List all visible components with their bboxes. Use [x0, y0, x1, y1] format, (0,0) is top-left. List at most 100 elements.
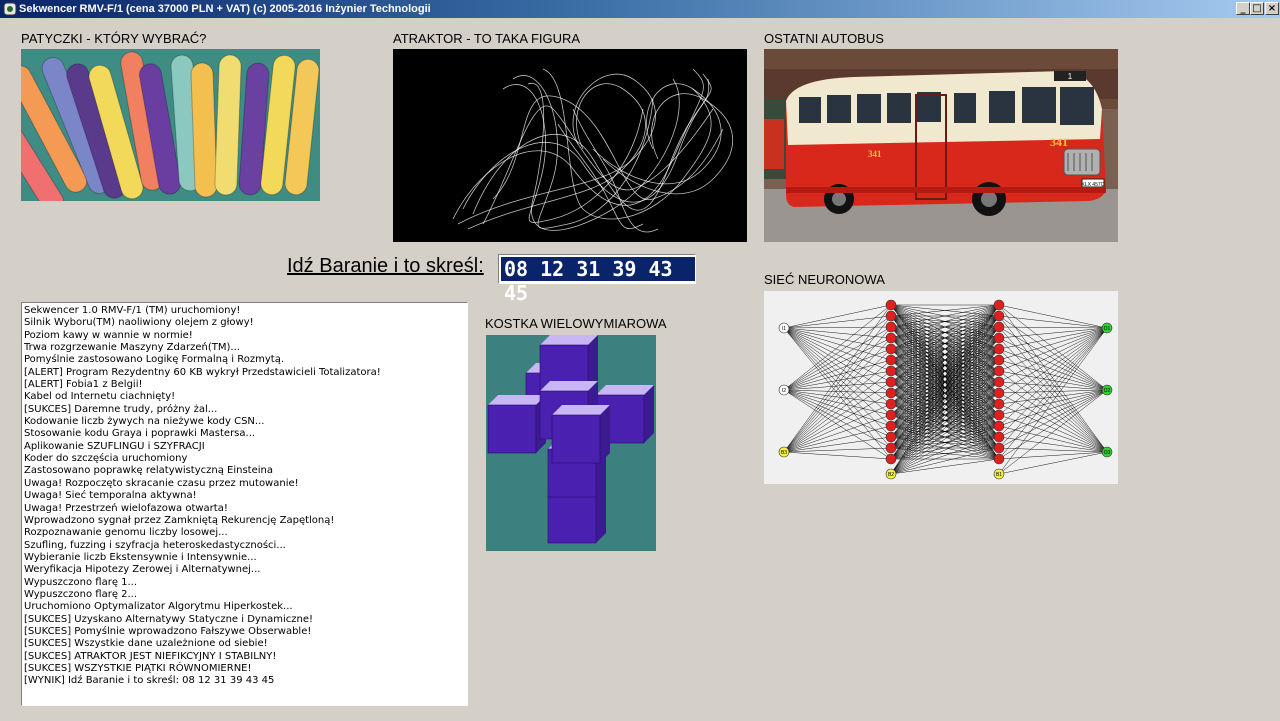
network-node-label: I2: [782, 388, 786, 394]
log-line: Zastosowano poprawkę relatywistyczną Ein…: [24, 465, 273, 477]
log-line: [SUKCES] WSZYSTKIE PIĄTKI RÓWNOMIERNE!: [24, 662, 252, 674]
network-hidden-node: [993, 354, 1005, 366]
log-line: Uwaga! Przestrzeń wielofazowa otwarta!: [24, 502, 228, 514]
network-edge: [998, 327, 1108, 372]
network-edge: [890, 458, 1000, 475]
log-line: [ALERT] Fobia1 z Belgii!: [24, 379, 143, 391]
window-title: Sekwencer RMV-F/1 (cena 37000 PLN + VAT)…: [19, 3, 431, 15]
network-edge: [783, 436, 892, 453]
network-hidden-node: [885, 387, 897, 399]
log-output[interactable]: Sekwencer 1.0 RMV-F/1 (TM) uruchomiony! S…: [21, 302, 468, 706]
network-hidden-node: [885, 431, 897, 443]
network-hidden-node: [993, 376, 1005, 388]
bus-number-front: 341: [1050, 135, 1068, 149]
network-edge: [783, 381, 892, 453]
cube-label: KOSTKA WIELOWYMIAROWA: [485, 316, 667, 331]
log-line: Stosowanie kodu Graya i poprawki Masters…: [24, 428, 256, 440]
attractor-label: ATRAKTOR - TO TAKA FIGURA: [393, 31, 581, 46]
network-hidden-node: [993, 387, 1005, 399]
network-hidden-node: [993, 453, 1005, 465]
network-image: I1 I2 B3 B2 B1 O1 O2 O3: [764, 291, 1118, 484]
network-edge: [998, 326, 1108, 329]
network-hidden-node: [993, 442, 1005, 454]
network-edge: [998, 304, 1108, 329]
log-line: Wypuszczono flarę 2...: [24, 588, 138, 600]
network-hidden-node: [993, 420, 1005, 432]
network-hidden-node: [885, 442, 897, 454]
network-edge: [783, 359, 892, 453]
log-line: Poziom kawy w wannie w normie!: [24, 329, 193, 341]
log-line: Silnik Wyboru(TM) naoliwiony olejem z gł…: [24, 317, 254, 329]
log-line: [SUKCES] Pomyślnie wprowadzono Fałszywe …: [24, 625, 312, 637]
minimize-button[interactable]: _: [1236, 2, 1250, 15]
log-line: Sekwencer 1.0 RMV-F/1 (TM) uruchomiony!: [24, 305, 241, 316]
sticks-image: [21, 49, 320, 201]
network-edge: [783, 447, 892, 453]
log-line: Uruchomiono Optymalizator Algorytmu Hipe…: [24, 601, 293, 613]
log-line: Pomyślnie zastosowano Logikę Formalną i …: [24, 354, 284, 366]
network-hidden-node: [993, 409, 1005, 421]
network-edge: [998, 327, 1108, 438]
title-bar[interactable]: Sekwencer RMV-F/1 (cena 37000 PLN + VAT)…: [0, 0, 1280, 18]
network-edge: [998, 327, 1108, 394]
cube-image: [486, 335, 656, 551]
network-hidden-node: [993, 332, 1005, 344]
network-node-label: B2: [888, 472, 894, 478]
result-value[interactable]: 08 12 31 39 43 45: [501, 257, 695, 305]
result-field[interactable]: 08 12 31 39 43 45: [498, 254, 696, 305]
network-hidden-node: [885, 321, 897, 333]
log-line: Trwa rozgrzewanie Maszyny Zdarzeń(TM)...: [24, 342, 240, 354]
network-edge: [998, 327, 1108, 475]
network-hidden-node: [993, 431, 1005, 443]
network-node-label: O2: [1104, 388, 1111, 394]
sticks-label: PATYCZKI - KTÓRY WYBRAĆ?: [21, 31, 207, 46]
bus-label: OSTATNI AUTOBUS: [764, 31, 884, 46]
network-hidden-node: [993, 398, 1005, 410]
network-node-label: O3: [1104, 450, 1111, 456]
network-hidden-node: [885, 343, 897, 355]
network-hidden-node: [885, 299, 897, 311]
attractor-image: [393, 49, 747, 242]
network-hidden-node: [993, 365, 1005, 377]
network-hidden-node: [885, 365, 897, 377]
network-node-label: B3: [781, 450, 787, 456]
app-icon: [3, 2, 17, 16]
maximize-button[interactable]: □: [1250, 2, 1264, 15]
result-label: Idź Baranie i to skreśl:: [287, 255, 484, 277]
log-line: Szufling, fuzzing i szyfracja heterosked…: [24, 539, 286, 551]
bus-route: 1: [1068, 72, 1073, 81]
log-line: Kabel od Internetu ciachnięty!: [24, 391, 176, 403]
network-edge: [783, 304, 892, 329]
network-edge: [783, 451, 892, 460]
log-line: Rozpoznawanie genomu liczby losowej...: [24, 527, 228, 539]
network-edge: [998, 315, 1108, 329]
network-hidden-node: [993, 343, 1005, 355]
network-hidden-node: [993, 321, 1005, 333]
network-hidden-node: [885, 420, 897, 432]
network-hidden-node: [885, 332, 897, 344]
bus-image: 1 341 341 KLX 457Q: [764, 49, 1118, 242]
network-hidden-node: [885, 376, 897, 388]
log-line: Aplikowanie SZUFLINGU i SZYFRACJI: [24, 440, 205, 452]
network-edge: [783, 403, 892, 453]
log-line: [SUKCES] Wszystkie dane uzależnione od s…: [24, 638, 268, 650]
log-line: [SUKCES] Uzyskano Alternatywy Statyczne …: [24, 613, 314, 625]
bus-number-side: 341: [868, 149, 882, 159]
log-line: Koder do szczęścia uruchomiony: [24, 453, 188, 465]
network-node-label: I1: [782, 326, 786, 332]
network-hidden-node: [993, 310, 1005, 322]
log-line: [ALERT] Program Rezydentny 60 KB wykrył …: [24, 366, 381, 378]
log-line: Wprowadzono sygnał przez Zamkniętą Rekur…: [24, 514, 335, 526]
network-hidden-node: [885, 398, 897, 410]
network-hidden-node: [885, 354, 897, 366]
network-hidden-node: [993, 299, 1005, 311]
network-edge: [783, 392, 892, 453]
close-button[interactable]: ×: [1265, 2, 1279, 15]
network-node-label: O1: [1104, 326, 1111, 332]
log-line: Weryfikacja Hipotezy Zerowej i Alternaty…: [24, 564, 261, 576]
network-hidden-node: [885, 310, 897, 322]
log-line: [SUKCES] Daremne trudy, próżny żal...: [24, 403, 218, 415]
log-line: [WYNIK] Idź Baranie i to skreśl: 08 12 3…: [24, 675, 275, 687]
log-line: [SUKCES] ATRAKTOR JEST NIEFIKCYJNY I STA…: [24, 650, 277, 662]
network-hidden-node: [885, 453, 897, 465]
